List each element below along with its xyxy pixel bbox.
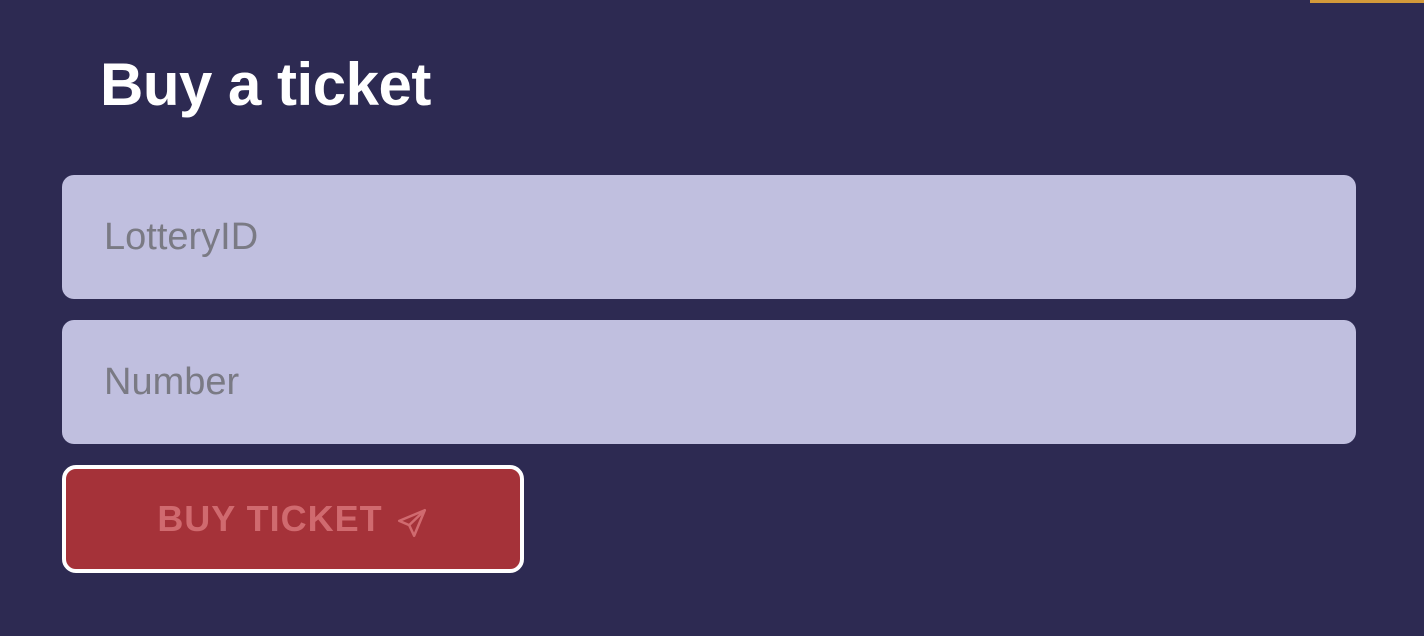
- buy-ticket-label: BUY TICKET: [157, 498, 383, 539]
- buy-ticket-button[interactable]: BUY TICKET: [62, 465, 524, 573]
- number-input[interactable]: [62, 320, 1356, 444]
- lottery-id-input[interactable]: [62, 175, 1356, 299]
- page-title: Buy a ticket: [100, 51, 431, 118]
- corner-accent-bar: [1310, 0, 1424, 3]
- send-icon: [395, 506, 429, 540]
